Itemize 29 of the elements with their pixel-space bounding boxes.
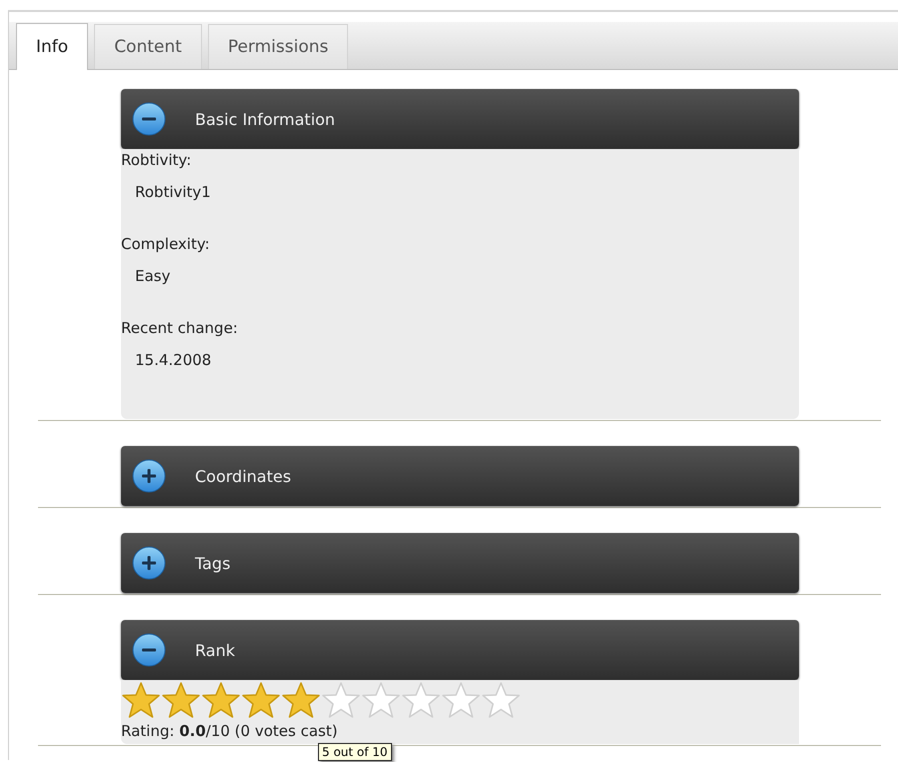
field-value: Robtivity1 <box>134 182 212 201</box>
field-value: 15.4.2008 <box>134 350 212 369</box>
field-label: Robtivity: <box>121 151 192 169</box>
tooltip: 5 out of 10 <box>318 743 392 761</box>
star-icon[interactable] <box>321 681 361 719</box>
section-title: Coordinates <box>195 466 292 486</box>
field-label: Recent change: <box>121 319 239 337</box>
star-icon[interactable] <box>161 681 201 719</box>
star-icon[interactable] <box>241 681 281 719</box>
expand-icon[interactable] <box>132 459 166 493</box>
tab[interactable]: Permissions <box>208 24 348 69</box>
star-icon[interactable] <box>441 681 481 719</box>
rating-text: Rating: 0.0/10 (0 votes cast) <box>121 722 339 740</box>
section-title: Tags <box>195 554 230 572</box>
collapse-icon[interactable] <box>132 102 166 136</box>
star-icon[interactable] <box>481 681 521 719</box>
collapse-icon[interactable] <box>132 633 166 667</box>
star-icon[interactable] <box>401 681 441 719</box>
star-icon[interactable] <box>201 681 241 719</box>
field-value: Easy <box>134 266 172 285</box>
tab[interactable]: Info <box>16 23 88 70</box>
star-icon[interactable] <box>361 681 401 719</box>
section-title: Rank <box>195 640 235 660</box>
star-icon[interactable] <box>121 681 161 719</box>
star-icon[interactable] <box>281 681 321 719</box>
section-title: Basic Information <box>195 110 336 128</box>
field-label: Complexity: <box>121 235 211 253</box>
expand-icon[interactable] <box>132 546 166 580</box>
tab[interactable]: Content <box>94 24 202 69</box>
